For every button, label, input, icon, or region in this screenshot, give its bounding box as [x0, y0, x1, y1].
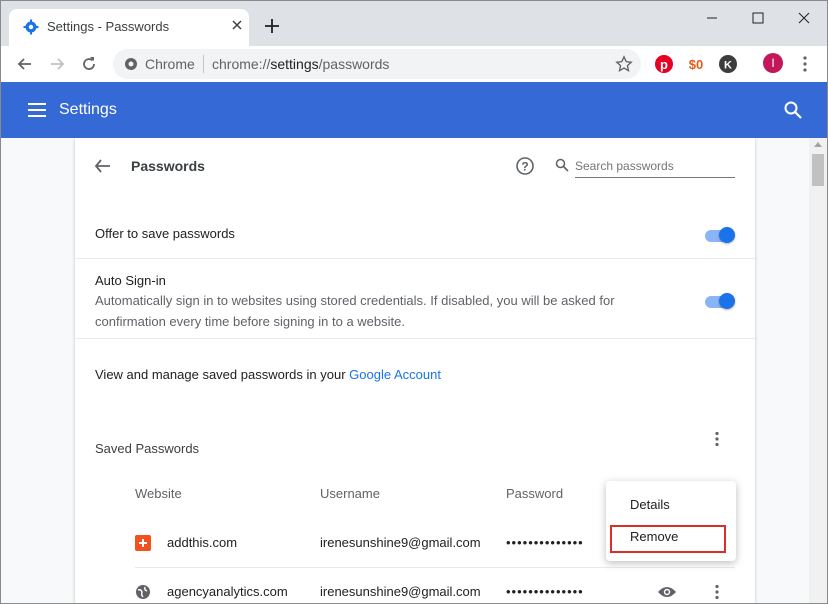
settings-gear-icon: [23, 19, 39, 35]
google-account-link[interactable]: Google Account: [349, 367, 441, 382]
profile-avatar[interactable]: I: [763, 53, 783, 73]
settings-header: Settings: [1, 82, 827, 138]
scroll-up-arrow-icon[interactable]: [814, 142, 822, 147]
column-header-website: Website: [135, 486, 182, 501]
scrollbar-thumb[interactable]: [812, 154, 824, 186]
column-header-username: Username: [320, 486, 380, 501]
username-value: irenesunshine9@gmail.com: [320, 584, 481, 599]
divider: [75, 338, 755, 339]
help-icon[interactable]: ?: [515, 156, 535, 176]
back-icon[interactable]: [15, 54, 35, 74]
manage-text: View and manage saved passwords in your: [95, 367, 350, 382]
saved-passwords-more-icon[interactable]: [714, 431, 720, 447]
svg-text:?: ?: [521, 160, 528, 174]
search-passwords-icon: [555, 158, 569, 172]
url-text[interactable]: chrome://settings/passwords: [212, 56, 389, 72]
address-bar[interactable]: Chrome chrome://settings/passwords: [113, 49, 641, 79]
password-actions-menu: Details Remove: [606, 481, 736, 561]
close-icon[interactable]: [795, 9, 813, 27]
addthis-icon: [135, 535, 151, 551]
auto-signin-description: Automatically sign in to websites using …: [95, 293, 615, 329]
site-name: agencyanalytics.com: [167, 584, 288, 599]
menu-item-remove[interactable]: Remove: [630, 529, 678, 544]
omnibox-separator: [203, 55, 204, 73]
auto-signin-toggle[interactable]: [705, 293, 735, 309]
username-value: irenesunshine9@gmail.com: [320, 535, 481, 550]
menu-item-details[interactable]: Details: [630, 497, 670, 512]
manage-passwords-text: View and manage saved passwords in your …: [95, 367, 441, 382]
close-tab-icon[interactable]: [229, 17, 245, 33]
omnibox-chrome-label: Chrome: [145, 56, 195, 72]
chrome-page-icon[interactable]: [123, 56, 139, 72]
pinterest-icon[interactable]: p: [654, 54, 674, 74]
toggle-knob: [719, 227, 735, 243]
saved-passwords-title: Saved Passwords: [95, 441, 200, 456]
page-title: Passwords: [131, 158, 205, 174]
toggle-knob: [719, 293, 735, 309]
k-extension-icon[interactable]: K: [718, 54, 738, 74]
password-value: ••••••••••••••: [506, 584, 584, 599]
search-passwords-input[interactable]: [575, 155, 735, 178]
search-icon[interactable]: [783, 100, 803, 120]
back-arrow-icon[interactable]: [93, 157, 113, 175]
minimize-icon[interactable]: [703, 9, 721, 27]
url-host: settings: [270, 56, 319, 72]
honey-icon[interactable]: $0: [686, 54, 706, 74]
tab-title: Settings - Passwords: [47, 19, 170, 34]
globe-icon: [136, 585, 150, 599]
title-bar: Settings - Passwords: [1, 1, 827, 46]
chrome-menu-icon[interactable]: [797, 54, 813, 74]
password-row: agencyanalytics.com irenesunshine9@gmail…: [75, 568, 755, 603]
forward-icon[interactable]: [47, 54, 67, 74]
offer-to-save-label: Offer to save passwords: [95, 226, 235, 241]
column-header-password: Password: [506, 486, 564, 501]
tab-settings-passwords[interactable]: Settings - Passwords: [9, 9, 249, 46]
bookmark-star-icon[interactable]: [615, 55, 633, 73]
auto-signin-label: Auto Sign-in: [95, 273, 166, 288]
browser-toolbar: Chrome chrome://settings/passwords p $0 …: [1, 46, 827, 82]
site-name: addthis.com: [167, 535, 238, 550]
svg-text:K: K: [724, 60, 732, 72]
browser-window: Settings - Passwords Chrome chrome://set…: [0, 0, 828, 604]
hamburger-menu-icon[interactable]: [27, 101, 47, 119]
svg-text:$0: $0: [689, 57, 703, 72]
svg-text:p: p: [660, 57, 668, 72]
url-path: /passwords: [318, 56, 390, 72]
offer-to-save-toggle[interactable]: [705, 227, 735, 243]
url-prefix: chrome://: [212, 56, 271, 72]
maximize-icon[interactable]: [749, 9, 767, 27]
plus-icon[interactable]: [263, 17, 281, 35]
reload-icon[interactable]: [79, 54, 99, 74]
page-scrollbar[interactable]: [809, 138, 827, 603]
settings-title: Settings: [59, 101, 117, 118]
divider: [75, 258, 755, 259]
password-value: ••••••••••••••: [506, 535, 584, 550]
row-more-actions-icon[interactable]: [714, 584, 720, 600]
show-password-eye-icon[interactable]: [657, 585, 677, 599]
